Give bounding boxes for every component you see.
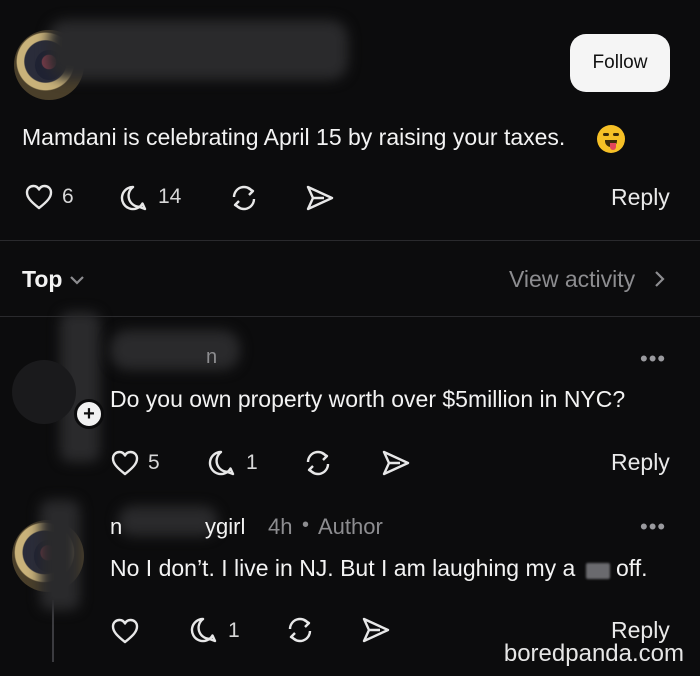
repost-icon[interactable]: [302, 448, 334, 478]
divider: [0, 240, 700, 241]
censor-bar: [586, 563, 610, 579]
author-reply-count: 1: [228, 619, 240, 642]
comment-text-end: off.: [616, 555, 648, 581]
comment-author-avatar[interactable]: [12, 360, 76, 424]
post-reply-button[interactable]: Reply: [611, 184, 670, 211]
comment-like-count: 5: [148, 451, 160, 474]
watermark: boredpanda.com: [503, 640, 684, 667]
comment-author-name: n: [206, 346, 218, 368]
comment-author-name-redacted: [110, 330, 240, 370]
sort-label[interactable]: Top: [22, 266, 62, 293]
share-icon[interactable]: [380, 448, 412, 478]
comment-time: 4h: [268, 514, 293, 539]
more-icon[interactable]: •••: [640, 346, 666, 372]
divider: [0, 316, 700, 317]
author-badge: Author: [318, 514, 383, 539]
author-name-end: ygirl: [205, 514, 246, 539]
repost-icon[interactable]: [284, 615, 316, 645]
author-name-redacted: [118, 506, 218, 536]
post-like-count: 6: [62, 185, 74, 208]
comment-reply-count: 1: [246, 451, 258, 474]
post-author-name-redacted: [48, 20, 348, 80]
heart-icon[interactable]: [110, 449, 140, 477]
post-text: Mamdani is celebrating April 15 by raisi…: [22, 124, 566, 150]
share-icon[interactable]: [304, 183, 336, 213]
comment-text: Do you own property worth over $5million…: [110, 386, 626, 412]
post-comment-count: 14: [158, 185, 182, 208]
heart-icon[interactable]: [24, 183, 54, 211]
author-side-redacted: [40, 500, 80, 610]
author-name-start: n: [110, 514, 123, 539]
more-icon[interactable]: •••: [640, 514, 666, 540]
comment-icon[interactable]: [206, 448, 236, 478]
heart-icon[interactable]: [110, 617, 140, 645]
view-activity-link[interactable]: View activity: [509, 266, 635, 293]
follow-button[interactable]: Follow: [570, 34, 670, 92]
comment-text-start: No I don’t. I live in NJ. But I am laugh…: [110, 555, 576, 581]
chevron-right-icon[interactable]: [652, 269, 666, 289]
separator-dot: •: [302, 514, 310, 536]
chevron-down-icon[interactable]: [68, 273, 86, 287]
comment-icon[interactable]: [188, 615, 218, 645]
plus-icon[interactable]: +: [74, 399, 104, 429]
share-icon[interactable]: [360, 615, 392, 645]
comment-reply-button[interactable]: Reply: [611, 449, 670, 476]
repost-icon[interactable]: [228, 183, 260, 213]
winking-tongue-emoji: [597, 125, 625, 153]
comment-icon[interactable]: [118, 183, 148, 213]
